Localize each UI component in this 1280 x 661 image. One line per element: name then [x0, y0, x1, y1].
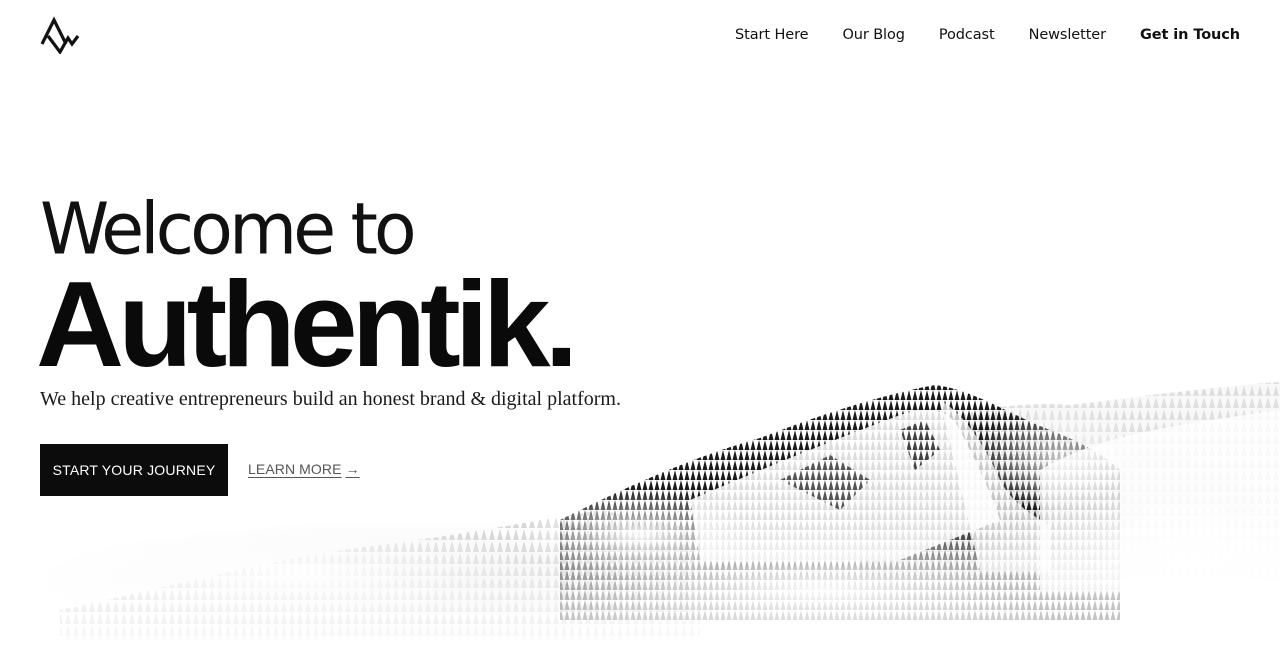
nav-podcast[interactable]: Podcast	[939, 24, 995, 46]
nav-our-blog[interactable]: Our Blog	[842, 24, 905, 46]
nav-newsletter[interactable]: Newsletter	[1029, 24, 1106, 46]
start-journey-button[interactable]: START YOUR JOURNEY	[40, 444, 228, 496]
site-header: Start Here Our Blog Podcast Newsletter G…	[0, 0, 1280, 70]
learn-more-label: LEARN MORE	[248, 461, 342, 477]
brand-heading: Authentik.	[36, 256, 578, 392]
main-nav: Start Here Our Blog Podcast Newsletter G…	[701, 24, 1240, 46]
arrow-right-icon: →	[345, 461, 360, 477]
nav-start-here[interactable]: Start Here	[735, 24, 809, 46]
mountain-logo-icon[interactable]	[40, 16, 80, 54]
learn-more-link[interactable]: LEARN MORE →	[248, 461, 360, 477]
hero-tagline: We help creative entrepreneurs build an …	[40, 388, 621, 410]
nav-get-in-touch[interactable]: Get in Touch	[1140, 24, 1240, 46]
